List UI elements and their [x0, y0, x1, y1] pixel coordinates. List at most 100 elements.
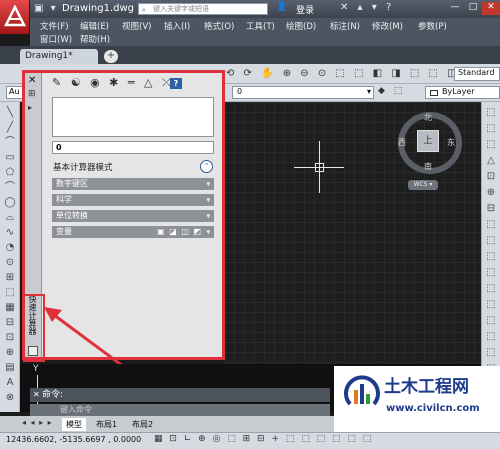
viewcube-west[interactable]: 西	[398, 137, 406, 148]
command-input[interactable]: 键入命令	[30, 404, 330, 416]
viewcube-north[interactable]: 北	[424, 112, 432, 123]
wcs-menu-button[interactable]: WCS ▾	[408, 180, 438, 190]
section-scientific[interactable]: 科学 ▾	[52, 194, 214, 206]
offset-icon[interactable]: △	[484, 154, 498, 168]
palette-autohide-icon[interactable]: ⊞	[28, 89, 36, 99]
tab-drawing1[interactable]: Drawing1*	[20, 49, 98, 64]
maximize-button[interactable]: □	[465, 2, 481, 15]
circle-icon[interactable]: ◯	[3, 196, 17, 210]
erase-icon[interactable]: ⬚	[484, 106, 498, 120]
search-input[interactable]: ⌕ 键入关键字或短语	[138, 3, 268, 15]
collapse-calculator-button[interactable]: ⌃	[200, 160, 213, 173]
rectangle-icon[interactable]: ▭	[3, 151, 17, 165]
quick-access-icons[interactable]: ▣ ▾	[34, 3, 58, 14]
multiline-text-icon[interactable]: A	[3, 376, 17, 390]
layout-nav-icons[interactable]: ◂ ◂ ▸ ▸	[22, 418, 53, 427]
layer-select[interactable]: 0 ▾	[232, 86, 374, 99]
search-icon: ⌕	[142, 6, 146, 14]
section-number-pad[interactable]: 数字键区 ▾	[52, 178, 214, 190]
command-history-text: 命令:	[42, 390, 64, 400]
gradient-icon[interactable]: ⊟	[3, 316, 17, 330]
user-icon[interactable]: 👤	[276, 2, 287, 12]
menu-dimension[interactable]: 标注(N)	[330, 20, 360, 32]
palette-close-icon[interactable]: ✕	[28, 75, 36, 86]
calculator-history-area[interactable]	[52, 97, 214, 137]
fillet-icon[interactable]: ⬚	[484, 346, 498, 360]
revision-cloud-icon[interactable]: ⌓	[3, 211, 17, 225]
menu-modify[interactable]: 修改(M)	[372, 20, 403, 32]
chevron-down-icon: ▾	[206, 180, 210, 188]
break-at-point-icon[interactable]: ⬚	[484, 282, 498, 296]
mirror-icon[interactable]: ⬚	[484, 138, 498, 152]
section-variables[interactable]: 变量 ▣ ◪ ◫ ◩ ▾	[52, 226, 214, 238]
scale-icon[interactable]: ⬚	[484, 218, 498, 232]
color-select[interactable]: ByLayer	[425, 86, 500, 99]
section-units-conversion[interactable]: 单位转换 ▾	[52, 210, 214, 222]
menu-edit[interactable]: 编辑(E)	[80, 20, 109, 32]
text-style-select[interactable]: Standard	[454, 67, 500, 81]
copy-icon[interactable]: ⬚	[484, 122, 498, 136]
close-button[interactable]: ✕	[482, 2, 500, 15]
add-selected-icon[interactable]: ⊗	[3, 391, 17, 405]
polygon-icon[interactable]: ⬠	[3, 166, 17, 180]
draw-toolbar: ╲ ╱ ⌒ ▭ ⬠ ⌒ ◯ ⌓ ∿ ◔ ⊙ ⊞ ⬚ ▦ ⊟ ⊡ ⊕ ▤ A ⊗	[0, 102, 20, 412]
construction-line-icon[interactable]: ╱	[3, 121, 17, 135]
polyline-icon[interactable]: ⌒	[3, 136, 17, 150]
menu-tools[interactable]: 工具(T)	[246, 20, 275, 32]
close-icon[interactable]: ✕	[33, 388, 40, 402]
line-tool-icon[interactable]: ╲	[3, 106, 17, 120]
menu-file[interactable]: 文件(F)	[40, 20, 69, 32]
calculator-input[interactable]: 0	[52, 141, 214, 154]
region-icon[interactable]: ⊡	[3, 331, 17, 345]
login-button[interactable]: 登录	[296, 3, 314, 16]
menu-format[interactable]: 格式(O)	[204, 20, 234, 32]
spline-icon[interactable]: ∿	[3, 226, 17, 240]
layer-tools-icons[interactable]: ◆ ⬚	[378, 86, 405, 96]
table-icon[interactable]: ▤	[3, 361, 17, 375]
menu-view[interactable]: 视图(V)	[122, 20, 151, 32]
document-title: Drawing1.dwg	[62, 3, 134, 14]
insert-block-icon[interactable]: ⊞	[3, 271, 17, 285]
rotate-icon[interactable]: ⊟	[484, 202, 498, 216]
new-tab-button[interactable]: +	[104, 50, 118, 63]
ellipse-arc-icon[interactable]: ⊙	[3, 256, 17, 270]
hatch-icon[interactable]: ▦	[3, 301, 17, 315]
menu-insert[interactable]: 插入(I)	[164, 20, 190, 32]
section-number-pad-label: 数字键区	[56, 179, 88, 188]
trim-icon[interactable]: ⬚	[484, 250, 498, 264]
join-icon[interactable]: ⬚	[484, 314, 498, 328]
section-units-conversion-label: 单位转换	[56, 211, 88, 220]
viewcube-south[interactable]: 南	[424, 161, 432, 172]
tab-layout1[interactable]: 布局1	[92, 418, 121, 431]
tab-layout2[interactable]: 布局2	[128, 418, 157, 431]
variable-tool-icons[interactable]: ▣ ◪ ◫ ◩	[157, 226, 202, 238]
palette-properties-icon[interactable]: ▸	[28, 103, 32, 112]
extend-icon[interactable]: ⬚	[484, 266, 498, 280]
menu-window[interactable]: 窗口(W)	[40, 33, 72, 45]
chamfer-icon[interactable]: ⬚	[484, 330, 498, 344]
chevron-down-icon: ▾	[206, 212, 210, 220]
command-history: ✕ 命令:	[30, 388, 330, 402]
menu-parametric[interactable]: 参数(P)	[418, 20, 447, 32]
array-icon[interactable]: ⊡	[484, 170, 498, 184]
break-icon[interactable]: ⬚	[484, 298, 498, 312]
move-icon[interactable]: ⊕	[484, 186, 498, 200]
make-block-icon[interactable]: ⬚	[3, 286, 17, 300]
viewcube-east[interactable]: 东	[447, 137, 455, 148]
help-icon[interactable]: ?	[170, 78, 182, 89]
viewcube-top-face[interactable]: 上	[417, 130, 439, 152]
search-placeholder: 键入关键字或短语	[153, 5, 209, 13]
application-menu-button[interactable]	[0, 0, 30, 34]
ellipse-icon[interactable]: ◔	[3, 241, 17, 255]
info-center-icons[interactable]: ✕ ▴ ▾ ?	[340, 2, 394, 13]
section-scientific-label: 科学	[56, 195, 72, 204]
calculator-toolbar-icons[interactable]: ✎ ☯ ◉ ✱ ═ △ ⤫	[52, 76, 174, 90]
arc-icon[interactable]: ⌒	[3, 181, 17, 195]
tab-model[interactable]: 模型	[62, 418, 86, 431]
minimize-button[interactable]: —	[447, 2, 463, 15]
point-icon[interactable]: ⊕	[3, 346, 17, 360]
menu-draw[interactable]: 绘图(D)	[286, 20, 316, 32]
stretch-icon[interactable]: ⬚	[484, 234, 498, 248]
menu-help[interactable]: 帮助(H)	[80, 33, 110, 45]
drafting-settings-icons[interactable]: ▦ ⊡ ∟ ⊕ ◎ ⬚ ⊞ ⊟ + ⬚ ⬚ ⬚ ⬚ ⬚ ⬚	[154, 434, 373, 444]
